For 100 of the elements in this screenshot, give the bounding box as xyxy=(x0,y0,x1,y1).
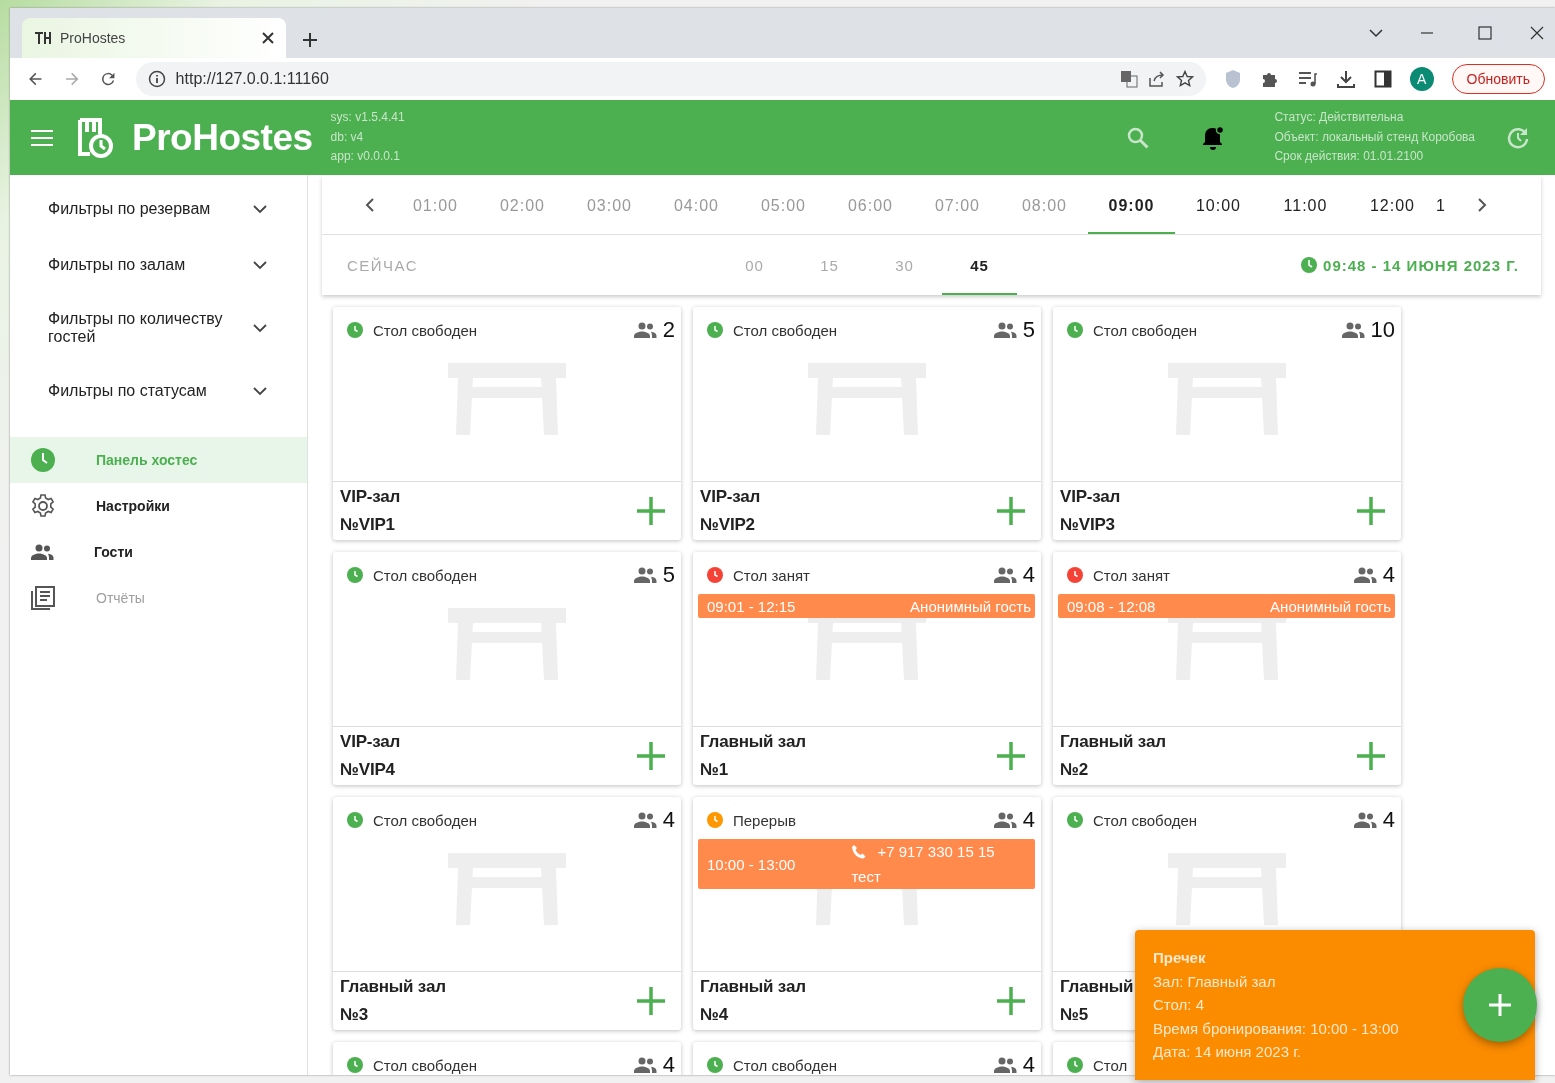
close-icon[interactable] xyxy=(262,32,274,44)
guest-count: 4 xyxy=(1022,807,1035,833)
people-icon xyxy=(30,543,54,561)
plus-icon xyxy=(1355,495,1387,527)
share-icon[interactable] xyxy=(1147,70,1166,88)
close-icon[interactable] xyxy=(1529,25,1545,41)
playlist-icon[interactable] xyxy=(1297,70,1318,88)
people-icon xyxy=(992,811,1017,829)
add-button[interactable] xyxy=(1355,740,1387,772)
guest-count: 5 xyxy=(662,562,675,588)
add-button[interactable] xyxy=(635,985,667,1017)
guest-phone: +7 917 330 15 15 xyxy=(877,842,995,862)
notification-text: Дата: 14 июня 2023 г. xyxy=(1153,1042,1301,1062)
table-card[interactable]: Стол свободен 5 VIP-зал №VIP4 xyxy=(333,552,681,785)
table-card[interactable]: Стол свободен 2 VIP-зал №VIP1 xyxy=(333,307,681,540)
hall-name: Главный зал xyxy=(700,731,806,753)
version-text: app: v0.0.0.1 xyxy=(330,148,401,166)
add-button[interactable] xyxy=(635,495,667,527)
filter-dropdown[interactable]: Фильтры по количеству гостей xyxy=(10,293,307,363)
hour-tab[interactable]: 11:00 xyxy=(1262,176,1349,234)
chevron-down-icon xyxy=(253,260,267,270)
logo-icon xyxy=(76,116,114,159)
guest-count: 4 xyxy=(662,1052,675,1075)
chevron-left-icon[interactable] xyxy=(365,197,375,213)
chevron-down-icon xyxy=(253,323,267,333)
guest-count: 2 xyxy=(662,317,675,343)
guest-count: 4 xyxy=(1022,562,1035,588)
hall-name: Главный зал xyxy=(700,976,806,998)
menu-icon[interactable] xyxy=(30,128,54,147)
table-status: Стол свободен xyxy=(733,321,839,339)
app-title: ProHostes xyxy=(132,116,313,159)
license-text: Объект: локальный стенд Коробова xyxy=(1274,128,1475,146)
hall-name: VIP-зал xyxy=(700,486,761,508)
booking-time: 09:08 - 12:08 xyxy=(1067,597,1156,615)
table-status: Стол свободен xyxy=(733,1056,839,1074)
document-icon xyxy=(30,585,56,611)
side-panel-icon[interactable] xyxy=(1373,70,1392,88)
people-icon xyxy=(632,566,657,584)
address-bar[interactable]: http://127.0.0.1:11160 xyxy=(135,62,1206,96)
minute-tab[interactable]: 45 xyxy=(942,235,1017,295)
guest-count: 4 xyxy=(1022,1052,1035,1075)
filter-dropdown[interactable]: Фильтры по резервам xyxy=(10,181,307,237)
now-label: СЕЙЧАС xyxy=(347,256,420,274)
table-card[interactable]: Стол свободен 4 xyxy=(693,1042,1041,1075)
nav-item[interactable]: Гости xyxy=(10,529,307,575)
table-card[interactable]: Стол занят 4 09:01 - 12:15 Анонимный гость Главный зал №1 xyxy=(693,552,1041,785)
table-number: №VIP4 xyxy=(340,759,395,781)
update-button[interactable]: Обновить xyxy=(1451,64,1545,94)
table-card[interactable]: Стол занят 4 09:08 - 12:08 Анонимный гость Главный зал №2 xyxy=(1053,552,1401,785)
hour-tab[interactable]: 1 xyxy=(1436,176,1454,234)
add-button[interactable] xyxy=(995,495,1027,527)
version-text: db: v4 xyxy=(330,128,365,146)
table-status: Стол занят xyxy=(733,566,811,584)
clock-icon xyxy=(30,447,56,473)
hour-tab[interactable]: 10:00 xyxy=(1175,176,1262,234)
guest-name: Анонимный гость xyxy=(910,597,1031,615)
phone-icon xyxy=(851,843,868,860)
plus-icon xyxy=(995,985,1027,1017)
star-icon[interactable] xyxy=(1175,70,1194,88)
license-text: Срок действия: 01.01.2100 xyxy=(1274,148,1425,166)
browser-tab[interactable]: ProHostes xyxy=(22,18,286,58)
table-card[interactable]: Стол свободен 4 xyxy=(333,1042,681,1075)
table-card[interactable]: Стол свободен 5 VIP-зал №VIP2 xyxy=(693,307,1041,540)
table-number: №2 xyxy=(1060,759,1088,781)
hour-tab[interactable]: 12:00 xyxy=(1349,176,1436,234)
chevron-right-icon[interactable] xyxy=(1477,197,1487,213)
booking-time: 09:01 - 12:15 xyxy=(707,597,796,615)
translate-icon[interactable] xyxy=(1119,70,1138,88)
nav-item[interactable]: Настройки xyxy=(10,483,307,529)
download-icon[interactable] xyxy=(1335,69,1356,89)
add-button[interactable] xyxy=(1355,495,1387,527)
guest-count: 10 xyxy=(1370,317,1395,343)
info-icon xyxy=(147,70,166,88)
filter-dropdown[interactable]: Фильтры по залам xyxy=(10,237,307,293)
table-status: Перерыв xyxy=(733,811,797,829)
table-card[interactable]: Стол свободен 4 Главный зал №3 xyxy=(333,797,681,1030)
chevron-down-icon[interactable] xyxy=(1369,28,1383,38)
filter-dropdown[interactable]: Фильтры по статусам xyxy=(10,363,307,419)
add-button[interactable] xyxy=(995,985,1027,1017)
site-logo-icon xyxy=(34,30,52,46)
bell-icon[interactable] xyxy=(1200,124,1227,151)
people-icon xyxy=(1352,566,1377,584)
profile-avatar[interactable]: A xyxy=(1409,67,1434,91)
guest-count: 4 xyxy=(1382,807,1395,833)
add-button[interactable] xyxy=(635,740,667,772)
table-number: №VIP2 xyxy=(700,514,755,536)
hour-tab[interactable]: 09:00 xyxy=(1088,176,1175,234)
add-button[interactable] xyxy=(995,740,1027,772)
booking-note: тест xyxy=(851,867,882,887)
people-icon xyxy=(992,566,1017,584)
guest-name: Анонимный гость xyxy=(1270,597,1391,615)
table-number: №5 xyxy=(1060,1004,1088,1026)
guest-count: 5 xyxy=(1022,317,1035,343)
people-icon xyxy=(632,811,657,829)
table-number: №4 xyxy=(700,1004,728,1026)
table-card[interactable]: Стол свободен 10 VIP-зал №VIP3 xyxy=(1053,307,1401,540)
table-card[interactable]: Перерыв 4 10:00 - 13:00 +7 917 330 15 15 тест Главный зал №4 xyxy=(693,797,1041,1030)
plus-icon xyxy=(635,985,667,1017)
table-number: №3 xyxy=(340,1004,368,1026)
hall-name: VIP-зал xyxy=(1060,486,1121,508)
